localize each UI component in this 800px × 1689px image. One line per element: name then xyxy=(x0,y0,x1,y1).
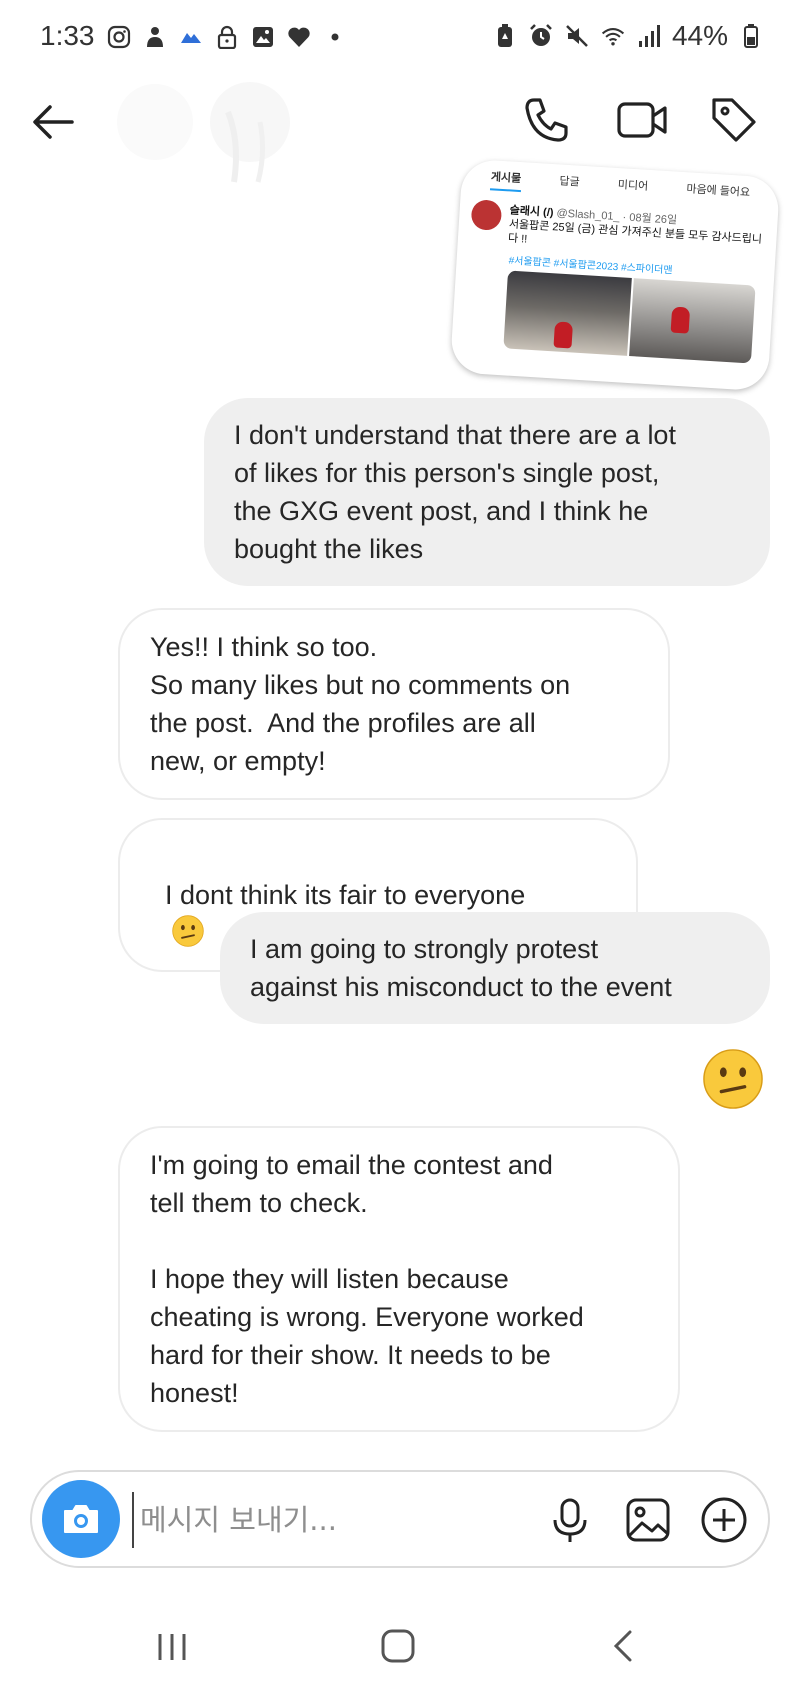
signal-icon xyxy=(636,23,662,49)
gallery-icon xyxy=(250,24,276,50)
tag-icon xyxy=(712,98,756,142)
shared-post-card[interactable]: 게시물 답글 미디어 마음에 들어요 슬래시 (/) @Slash_01_ · … xyxy=(449,158,781,392)
status-right-icons: 44% xyxy=(492,20,764,52)
cloud-icon xyxy=(178,24,204,50)
system-nav-bar xyxy=(0,1600,800,1689)
confused-face-icon[interactable] xyxy=(702,1048,764,1110)
dot-icon xyxy=(322,24,348,50)
chevron-left-icon xyxy=(613,1630,632,1662)
arrow-left-icon xyxy=(33,105,74,139)
video-call-button[interactable] xyxy=(614,92,670,148)
back-button[interactable] xyxy=(28,96,80,148)
instagram-icon xyxy=(106,24,132,50)
image-icon xyxy=(626,1498,670,1542)
confused-face-icon xyxy=(172,915,204,947)
message-outgoing[interactable]: I am going to strongly protest against h… xyxy=(220,912,770,1024)
status-bar: 1:33 44% xyxy=(0,0,800,76)
post-tab: 마음에 들어요 xyxy=(686,183,751,200)
notification-icon xyxy=(142,24,168,50)
spiderman-figure xyxy=(553,321,574,349)
recent-apps-button[interactable] xyxy=(148,1622,196,1670)
mute-icon xyxy=(564,23,590,49)
post-tab: 답글 xyxy=(559,175,580,189)
plus-circle-icon xyxy=(701,1497,747,1543)
message-incoming[interactable]: I'm going to email the contest and tell … xyxy=(118,1126,680,1432)
message-incoming[interactable]: Yes!! I think so too. So many likes but … xyxy=(118,608,670,800)
profile-avatar-blurred[interactable] xyxy=(110,82,340,192)
message-composer xyxy=(30,1470,770,1568)
spiderman-figure xyxy=(670,306,691,334)
battery-saver-icon xyxy=(492,23,518,49)
home-button[interactable] xyxy=(374,1622,422,1670)
message-input[interactable] xyxy=(132,1492,492,1548)
wifi-icon xyxy=(600,23,626,49)
chat-header xyxy=(0,76,800,183)
message-text: I dont think its fair to everyone xyxy=(165,880,526,910)
battery-icon xyxy=(738,23,764,49)
camera-icon xyxy=(64,1505,98,1533)
post-image xyxy=(629,278,756,364)
heart-icon xyxy=(286,24,312,50)
message-outgoing[interactable]: I don't understand that there are a lot … xyxy=(204,398,770,586)
post-tab: 미디어 xyxy=(617,179,649,193)
gallery-button[interactable] xyxy=(620,1492,676,1548)
camera-button[interactable] xyxy=(42,1480,120,1558)
video-icon xyxy=(617,102,667,138)
battery-percent: 44% xyxy=(671,20,728,51)
lock-icon xyxy=(214,24,240,50)
recent-apps-icon xyxy=(158,1634,186,1660)
home-icon xyxy=(381,1629,415,1663)
microphone-icon xyxy=(553,1498,587,1542)
system-back-button[interactable] xyxy=(600,1622,648,1670)
call-button[interactable] xyxy=(518,92,574,148)
status-time: 1:33 xyxy=(40,20,95,51)
more-options-button[interactable] xyxy=(696,1492,752,1548)
microphone-button[interactable] xyxy=(542,1492,598,1548)
post-image xyxy=(503,270,632,356)
post-author-avatar xyxy=(470,199,503,231)
alarm-icon xyxy=(528,23,554,49)
phone-icon xyxy=(525,98,568,142)
status-left-icons xyxy=(106,24,348,50)
post-tab: 게시물 xyxy=(490,168,522,193)
tag-button[interactable] xyxy=(706,92,762,148)
